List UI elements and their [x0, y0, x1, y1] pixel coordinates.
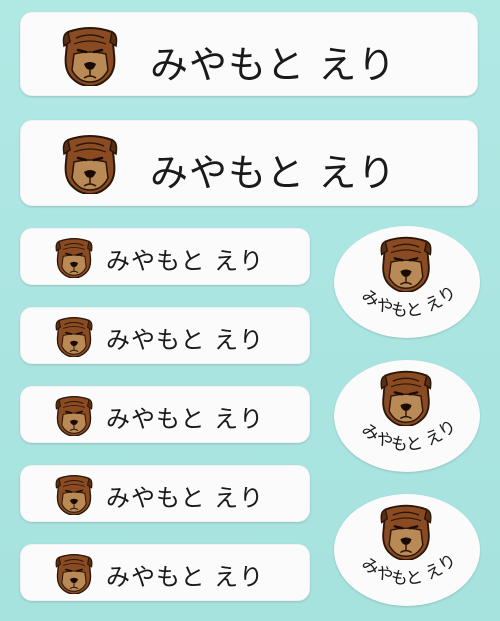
oval-name-label: みやもと えり	[334, 494, 480, 606]
oval-label-name-text: みやもと えり	[358, 550, 461, 590]
large-name-label: みやもと えり	[20, 120, 478, 206]
dog-face-icon	[55, 474, 93, 515]
dog-face-icon	[62, 134, 118, 194]
dog-face-icon	[55, 395, 93, 436]
label-name-text: みやもと えり	[106, 326, 265, 354]
label-name-text: みやもと えり	[106, 247, 265, 275]
dog-face-icon	[55, 316, 93, 357]
label-name-text: みやもと えり	[106, 484, 265, 512]
name-label-sheet: みやもと えり みやもと えり みやもと えり みやもと えり みやもと えり …	[0, 0, 500, 621]
large-name-label: みやもと えり	[20, 12, 478, 96]
label-name-text: みやもと えり	[106, 405, 265, 433]
label-name-text: みやもと えり	[150, 151, 397, 195]
svg-text:みやもと えり: みやもと えり	[358, 282, 461, 322]
label-name-text: みやもと えり	[106, 563, 265, 591]
oval-label-name-text: みやもと えり	[358, 282, 461, 322]
dog-face-icon	[55, 237, 93, 278]
small-name-label: みやもと えり	[20, 307, 310, 364]
svg-text:みやもと えり: みやもと えり	[358, 416, 461, 456]
dog-face-icon	[62, 26, 118, 86]
oval-name-label: みやもと えり	[334, 226, 480, 338]
small-name-label: みやもと えり	[20, 465, 310, 522]
oval-label-name-text: みやもと えり	[358, 416, 461, 456]
oval-name-label: みやもと えり	[334, 360, 480, 472]
label-name-text: みやもと えり	[150, 43, 397, 87]
small-name-label: みやもと えり	[20, 544, 310, 601]
small-name-label: みやもと えり	[20, 228, 310, 285]
dog-face-icon	[55, 553, 93, 594]
svg-text:みやもと えり: みやもと えり	[358, 550, 461, 590]
small-name-label: みやもと えり	[20, 386, 310, 443]
